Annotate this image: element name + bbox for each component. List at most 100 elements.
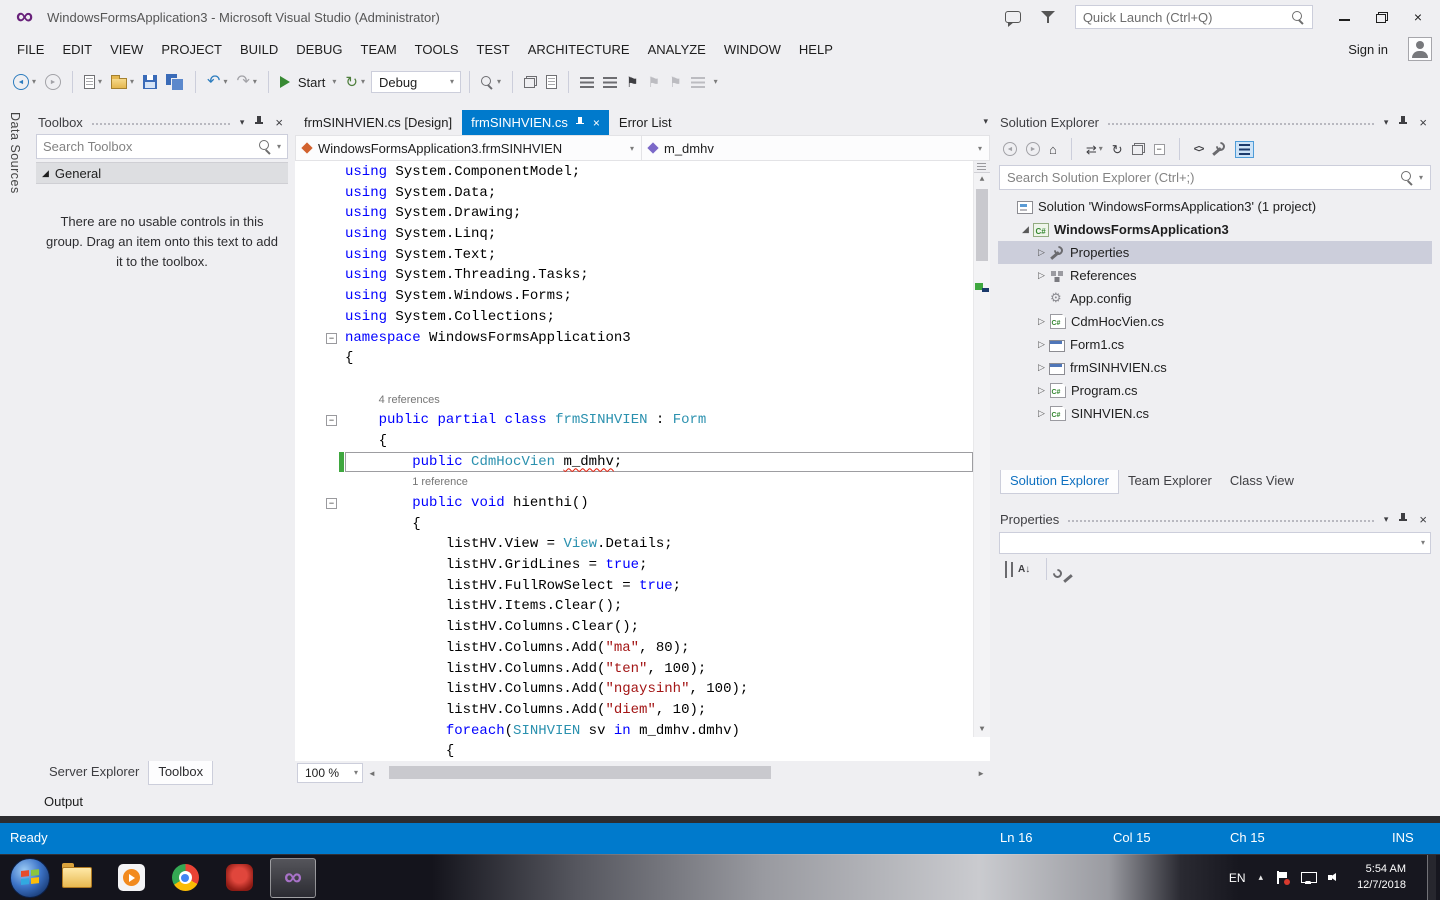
drag-grip[interactable] <box>91 121 232 126</box>
categorized-button[interactable] <box>1005 562 1007 577</box>
open-file-button[interactable]: ▾ <box>108 69 137 95</box>
caret-down-icon[interactable]: ▾ <box>497 78 501 86</box>
menu-item-window[interactable]: WINDOW <box>715 37 790 62</box>
properties-title-bar[interactable]: Properties ▾ × <box>998 507 1432 531</box>
tool-tab-class-view[interactable]: Class View <box>1221 470 1303 494</box>
vertical-scrollbar[interactable]: ▲ ▼ <box>973 161 990 737</box>
tree-item-app-config[interactable]: App.config <box>998 287 1432 310</box>
collapse-icon[interactable]: ◢ <box>42 169 49 178</box>
pin-icon[interactable] <box>1399 116 1408 128</box>
tree-item-program-cs[interactable]: ▷Program.cs <box>998 379 1432 402</box>
new-file-button[interactable]: ▾ <box>81 69 105 95</box>
pin-icon[interactable] <box>255 116 264 128</box>
feedback-bubble-icon[interactable] <box>1005 11 1021 23</box>
decrease-indent-button[interactable] <box>577 69 597 95</box>
new-window-button[interactable] <box>543 69 560 95</box>
menu-item-team[interactable]: TEAM <box>352 37 406 62</box>
taskbar-media-player[interactable] <box>104 855 158 900</box>
search-icon[interactable] <box>1401 171 1414 184</box>
drag-grip[interactable] <box>1107 121 1376 126</box>
tree-item-solution-windowsformsapplication3-1-projec[interactable]: Solution 'WindowsFormsApplication3' (1 p… <box>998 195 1432 218</box>
restart-button[interactable]: ↻▾ <box>342 69 368 95</box>
start-button[interactable] <box>10 858 50 898</box>
caret-down-icon[interactable]: ▾ <box>1419 174 1423 182</box>
close-icon[interactable]: × <box>275 116 283 129</box>
caret-down-icon[interactable]: ▾ <box>223 78 227 86</box>
fold-collapse-icon[interactable]: − <box>326 415 337 426</box>
clear-bookmarks-button[interactable] <box>688 69 708 95</box>
increase-indent-button[interactable] <box>600 69 620 95</box>
horizontal-scrollbar[interactable] <box>381 761 972 785</box>
menu-item-file[interactable]: FILE <box>8 37 53 62</box>
menu-item-edit[interactable]: EDIT <box>53 37 101 62</box>
save-all-button[interactable] <box>163 69 187 95</box>
tree-item-cdmhocvien-cs[interactable]: ▷CdmHocVien.cs <box>998 310 1432 333</box>
expand-icon[interactable]: ▷ <box>1034 340 1049 349</box>
toolbox-group-general[interactable]: ◢ General <box>36 162 288 184</box>
navigate-forward-button[interactable]: ► <box>42 69 64 95</box>
find-in-files-button[interactable]: ▾ <box>478 69 504 95</box>
close-icon[interactable]: × <box>1419 116 1427 129</box>
editor-tab-error-list[interactable]: Error List <box>610 110 681 135</box>
menu-item-architecture[interactable]: ARCHITECTURE <box>519 37 639 62</box>
expand-icon[interactable]: ▷ <box>1034 248 1049 257</box>
tab-list-icon[interactable]: ▾ <box>983 116 988 127</box>
caret-down-icon[interactable]: ▾ <box>630 144 634 153</box>
sync-with-active-document-button[interactable]: ⇄▾ <box>1086 143 1103 156</box>
collapse-icon[interactable]: ◢ <box>1018 225 1033 234</box>
fold-collapse-icon[interactable]: − <box>326 333 337 344</box>
search-icon[interactable] <box>259 140 272 153</box>
code-editor[interactable]: using System.ComponentModel;using System… <box>295 161 990 761</box>
close-icon[interactable]: × <box>593 117 600 129</box>
minimize-button[interactable] <box>1339 12 1350 22</box>
editor-tab-frmsinhvien-cs[interactable]: frmSINHVIEN.cs× <box>462 110 609 135</box>
show-desktop-button[interactable] <box>1427 855 1436 900</box>
show-all-files-button[interactable] <box>1132 143 1145 155</box>
properties-object-select[interactable]: ▾ <box>999 532 1431 554</box>
type-dropdown[interactable]: WindowsFormsApplication3.frmSINHVIEN ▾ <box>296 136 642 160</box>
solution-explorer-search-input[interactable]: Search Solution Explorer (Ctrl+;) ▾ <box>999 165 1431 190</box>
toolbar-overflow-button[interactable]: ▾ <box>711 69 721 95</box>
solution-explorer-title-bar[interactable]: Solution Explorer ▾ × <box>998 110 1432 134</box>
scroll-left-icon[interactable]: ◄ <box>363 769 381 778</box>
data-sources-tab[interactable]: Data Sources <box>8 112 22 194</box>
save-button[interactable] <box>140 69 160 95</box>
scroll-up-icon[interactable]: ▲ <box>974 176 990 184</box>
window-layout-button[interactable] <box>521 69 540 95</box>
search-icon[interactable] <box>1292 11 1305 24</box>
tree-item-windowsformsapplication3[interactable]: ◢WindowsFormsApplication3 <box>998 218 1432 241</box>
caret-down-icon[interactable]: ▾ <box>361 78 365 86</box>
next-bookmark-button[interactable]: ⚑ <box>666 69 685 95</box>
pin-icon[interactable] <box>576 117 585 129</box>
tool-tab-toolbox[interactable]: Toolbox <box>148 761 213 785</box>
caret-down-icon[interactable]: ▾ <box>130 78 134 86</box>
action-center-flag-icon[interactable] <box>1276 871 1288 884</box>
solution-back-button[interactable]: ◄ <box>1003 142 1017 156</box>
scroll-right-icon[interactable]: ► <box>972 769 990 778</box>
show-hidden-icons-chevron[interactable]: ▴ <box>1259 872 1264 883</box>
window-position-icon[interactable]: ▾ <box>1384 117 1389 128</box>
solution-forward-button[interactable]: ► <box>1026 142 1040 156</box>
taskbar-gom-player[interactable] <box>212 855 266 900</box>
tree-item-references[interactable]: ▷References <box>998 264 1432 287</box>
panel-splitter[interactable] <box>0 816 1440 823</box>
output-tab[interactable]: Output <box>44 794 83 809</box>
scroll-down-icon[interactable]: ▼ <box>974 726 990 734</box>
expand-icon[interactable]: ▷ <box>1034 386 1049 395</box>
start-debug-button[interactable]: Start▾ <box>277 69 339 95</box>
undo-button[interactable]: ↶▾ <box>204 69 230 95</box>
vertical-scroll-thumb[interactable] <box>976 189 988 261</box>
tree-item-properties[interactable]: ▷Properties <box>998 241 1432 264</box>
expand-icon[interactable]: ▷ <box>1034 271 1049 280</box>
menu-item-view[interactable]: VIEW <box>101 37 152 62</box>
view-code-button[interactable]: <> <box>1194 144 1204 155</box>
fold-collapse-icon[interactable]: − <box>326 498 337 509</box>
solution-configurations-select[interactable]: Debug ▾ <box>371 71 461 93</box>
caret-down-icon[interactable]: ▾ <box>978 144 982 153</box>
expand-icon[interactable]: ▷ <box>1034 317 1049 326</box>
notifications-funnel-icon[interactable] <box>1041 11 1055 24</box>
tree-item-form1-cs[interactable]: ▷Form1.cs <box>998 333 1432 356</box>
menu-item-test[interactable]: TEST <box>468 37 519 62</box>
home-button[interactable]: ⌂ <box>1049 143 1057 156</box>
menu-item-project[interactable]: PROJECT <box>152 37 231 62</box>
